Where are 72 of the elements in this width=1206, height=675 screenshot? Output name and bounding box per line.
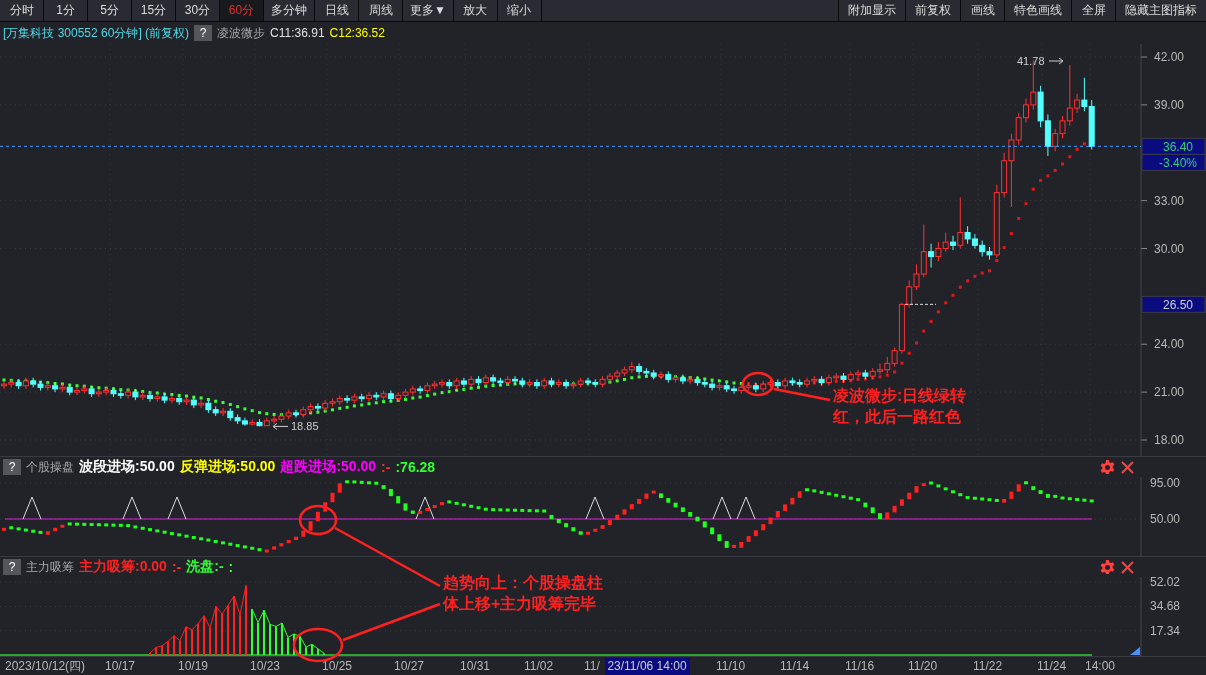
indicator-value: C12:36.52 <box>329 26 385 40</box>
indicator-value: 主力吸筹:0.00 <box>79 558 167 576</box>
indicator-name: 主力吸筹 <box>26 558 74 576</box>
date-axis-label: 11/20 <box>908 659 938 673</box>
candlestick <box>314 402 321 412</box>
close-icon[interactable] <box>1121 460 1134 474</box>
indicator-value: 洗盘:- <box>186 558 224 576</box>
date-axis-label: 11/14 <box>780 659 810 673</box>
candlestick <box>417 385 424 395</box>
date-axis-label: 10/23 <box>250 659 281 673</box>
date-axis-label: 11/16 <box>845 659 875 673</box>
date-axis-label: 10/19 <box>178 659 209 673</box>
annotation-text: 凌波微步:日线绿转 红，此后一路红色 <box>833 387 967 425</box>
indicator-value: : <box>228 559 234 575</box>
price-axis-label: 18.00 <box>1154 433 1185 447</box>
date-axis-label: 11/10 <box>716 659 746 673</box>
indicator-axis-label: 50.00 <box>1150 512 1181 526</box>
indicator-value: 超跌进场:50.00 <box>280 458 377 476</box>
stock-title: [万集科技 300552 60分钟] (前复权) <box>3 24 190 42</box>
indicator-value: C11:36.91 <box>270 26 325 40</box>
date-axis-label: 11/24 <box>1037 659 1067 673</box>
candlestick <box>366 391 372 403</box>
candlestick <box>344 394 351 404</box>
high-price-label: 41.78 <box>1017 55 1045 67</box>
arrow-icon <box>272 422 289 430</box>
indicator-axis-label: 34.68 <box>1150 599 1181 614</box>
indicator-axis-label: 95.00 <box>1150 476 1181 490</box>
date-axis-label: 10/25 <box>322 659 353 673</box>
price-axis-label: 30.00 <box>1154 241 1185 256</box>
indicator-axis-label: 17.34 <box>1150 623 1181 638</box>
date-axis-label: 10/31 <box>460 659 491 673</box>
date-axis-label: 11/22 <box>973 659 1003 673</box>
annotation-text: 趋势向上：个股操盘柱 体上移+主力吸筹完毕 <box>443 574 603 612</box>
price-tag: -3.40% <box>1141 153 1206 171</box>
settings-icon[interactable] <box>1100 559 1115 575</box>
indicator-name: 个股操盘 <box>26 458 74 476</box>
candlestick <box>220 407 226 417</box>
price-axis-label: 42.00 <box>1154 50 1185 64</box>
settings-icon[interactable] <box>1100 459 1115 475</box>
indicator-value: 波段进场:50.00 <box>79 458 175 476</box>
candlestick <box>928 243 935 269</box>
candlestick <box>950 235 956 251</box>
price-axis-label: 39.00 <box>1154 97 1185 112</box>
timeframe-tab[interactable]: 60分 <box>220 0 264 21</box>
date-axis-label: 11/02 <box>524 659 554 673</box>
date-axis-label: 2023/10/12(四) <box>5 659 86 673</box>
indicator-value: 反弹进场:50.00 <box>179 458 276 476</box>
candlestick <box>957 196 964 249</box>
indicator-value: :- <box>171 559 182 575</box>
indicator-value: :- <box>381 459 391 475</box>
help-button[interactable]: ? <box>3 459 21 475</box>
price-axis-label: 21.00 <box>1154 385 1185 400</box>
indicator-axis-label: 52.02 <box>1150 575 1181 590</box>
date-axis-label: 11/ <box>584 659 600 673</box>
cursor-date-label: 23/11/06 14:00 <box>605 658 690 675</box>
price-tag: 36.40 <box>1141 137 1206 155</box>
corner-triangle-icon <box>1130 647 1140 655</box>
date-axis-label: 14:00 <box>1085 659 1116 673</box>
close-icon[interactable] <box>1121 560 1134 574</box>
date-axis-label: 10/17 <box>105 659 136 673</box>
indicator-name: 凌波微步 <box>217 24 266 42</box>
level-line <box>904 303 937 305</box>
date-axis-label: 10/27 <box>394 659 425 673</box>
help-button[interactable]: ? <box>3 559 21 575</box>
low-price-label: 18.85 <box>291 420 319 433</box>
arrow-icon <box>1048 57 1064 65</box>
help-button[interactable]: ? <box>194 25 213 41</box>
price-axis-label: 24.00 <box>1154 337 1185 352</box>
price-axis-label: 33.00 <box>1154 193 1185 208</box>
price-tag: 26.50 <box>1141 295 1206 313</box>
candlestick <box>198 399 205 409</box>
indicator-value: :76.28 <box>395 459 436 475</box>
